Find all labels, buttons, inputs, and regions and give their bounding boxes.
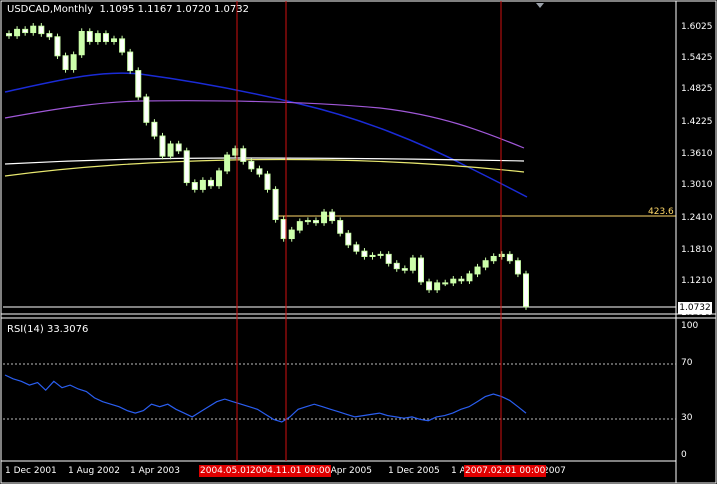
candle-body[interactable] (240, 148, 247, 162)
price-tick: 1.4825 (681, 84, 713, 94)
chart-canvas[interactable] (0, 0, 717, 484)
candle-body[interactable] (417, 257, 424, 283)
candle-body[interactable] (167, 143, 174, 157)
candle-body[interactable] (119, 38, 126, 53)
candle-body[interactable] (442, 282, 449, 285)
rsi-line[interactable] (4, 374, 527, 423)
price-tick: 1.3010 (681, 180, 713, 190)
candle-body[interactable] (514, 260, 521, 275)
candle-body[interactable] (280, 219, 287, 240)
rsi-tick: 0 (681, 450, 687, 460)
shift-marker-icon[interactable] (536, 3, 544, 8)
candle-body[interactable] (523, 273, 529, 308)
candle-body[interactable] (38, 25, 45, 35)
candle-body[interactable] (458, 278, 465, 282)
ma-yellow-line[interactable] (4, 158, 525, 177)
candle-body[interactable] (321, 211, 328, 224)
candle-body[interactable] (393, 262, 400, 270)
time-tick: 2007 (543, 466, 566, 476)
time-tick: 1 Dec 2001 (5, 466, 57, 476)
candle-body[interactable] (30, 25, 37, 34)
candle-body[interactable] (361, 250, 368, 257)
candle-body[interactable] (14, 28, 21, 37)
candle-body[interactable] (143, 96, 150, 123)
candle-body[interactable] (78, 30, 85, 56)
candle-body[interactable] (248, 160, 255, 170)
indicator-title: RSI(14) 33.3076 (7, 324, 89, 335)
candle-body[interactable] (62, 55, 69, 71)
candle-body[interactable] (175, 143, 182, 152)
candle-body[interactable] (474, 266, 481, 275)
candle-body[interactable] (329, 211, 336, 222)
candle-body[interactable] (70, 54, 77, 71)
candle-body[interactable] (46, 33, 53, 38)
candle-body[interactable] (466, 273, 473, 282)
current-price-tag: 1.0732 (678, 302, 712, 314)
candle-body[interactable] (304, 220, 311, 223)
candle-body[interactable] (288, 229, 295, 240)
candle-body[interactable] (135, 70, 142, 98)
candle-body[interactable] (377, 253, 384, 256)
candle-body[interactable] (426, 281, 433, 291)
candle-body[interactable] (151, 121, 158, 137)
candle-body[interactable] (6, 33, 12, 37)
candle-body[interactable] (312, 220, 319, 224)
candle-body[interactable] (264, 173, 271, 190)
candle-body[interactable] (94, 33, 101, 43)
price-tick: 1.6025 (681, 22, 713, 32)
chart-window[interactable]: USDCAD,Monthly 1.1095 1.1167 1.0720 1.07… (0, 0, 717, 484)
candle-body[interactable] (296, 221, 303, 231)
candle-body[interactable] (199, 179, 206, 190)
rsi-tick: 30 (681, 413, 693, 423)
candle-body[interactable] (337, 220, 344, 234)
candle-body[interactable] (86, 30, 93, 43)
candle-body[interactable] (450, 278, 457, 284)
price-tick: 1.1210 (681, 276, 713, 286)
time-tick: 1 Apr 2003 (130, 466, 180, 476)
candle-body[interactable] (506, 253, 513, 262)
candle-body[interactable] (127, 51, 134, 72)
candle-body[interactable] (224, 154, 231, 172)
candle-body[interactable] (111, 38, 118, 43)
candle-body[interactable] (22, 28, 29, 34)
candle-body[interactable] (490, 255, 497, 262)
event-date-tag: 2007.02.01 00:00 (464, 465, 547, 477)
candle-body[interactable] (434, 282, 441, 291)
ma-violet-line[interactable] (4, 100, 525, 149)
candle-body[interactable] (369, 254, 376, 257)
candle-body[interactable] (256, 168, 263, 175)
candle-body[interactable] (159, 135, 166, 157)
price-tick: 1.5425 (681, 53, 713, 63)
chart-title: USDCAD,Monthly 1.1095 1.1167 1.0720 1.07… (7, 4, 249, 15)
candle-body[interactable] (191, 182, 198, 190)
candle-body[interactable] (54, 36, 61, 57)
candle-body[interactable] (183, 150, 190, 184)
candle-body[interactable] (345, 232, 352, 246)
price-tick: 1.2410 (681, 213, 713, 223)
rsi-tick: 100 (681, 321, 699, 331)
candle-body[interactable] (102, 33, 109, 43)
event-date-tag: 2004.11.01 00:00 (249, 465, 332, 477)
price-tick: 1.3610 (681, 149, 713, 159)
candle-body[interactable] (272, 188, 279, 221)
candle-body[interactable] (207, 179, 214, 187)
candle-body[interactable] (385, 253, 392, 264)
candles-group[interactable] (6, 23, 529, 310)
candle-body[interactable] (482, 260, 489, 268)
candle-body[interactable] (409, 257, 416, 271)
candle-body[interactable] (401, 268, 408, 271)
fibo-level-label: 423.6 (648, 207, 674, 217)
event-date-tag: 2004.05.01 (199, 465, 253, 477)
candle-body[interactable] (498, 253, 505, 257)
candle-body[interactable] (216, 170, 223, 187)
candle-body[interactable] (353, 244, 360, 252)
price-tick: 1.4225 (681, 117, 713, 127)
ma-white-line[interactable] (4, 157, 525, 165)
time-tick: 1 Aug 2002 (68, 466, 120, 476)
price-tick: 1.1810 (681, 245, 713, 255)
rsi-tick: 70 (681, 358, 693, 368)
time-tick: 1 Dec 2005 (388, 466, 440, 476)
